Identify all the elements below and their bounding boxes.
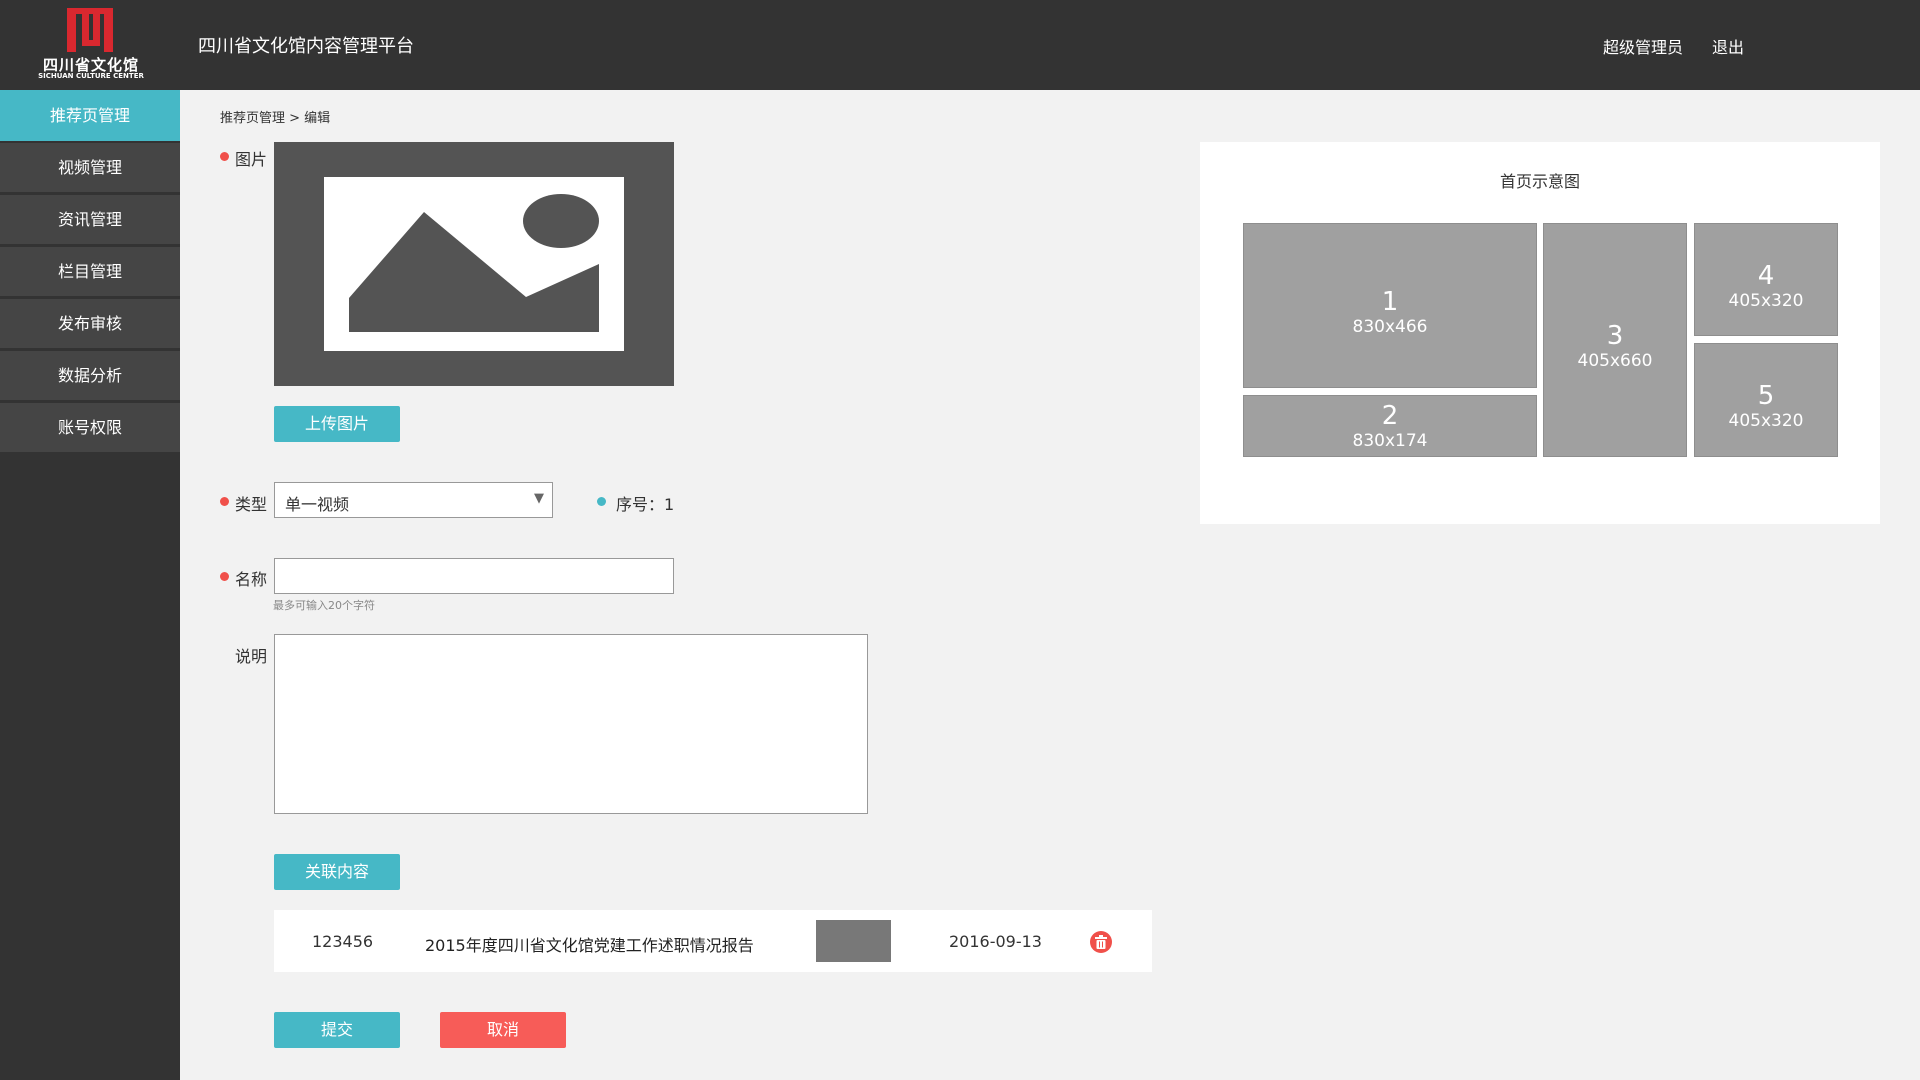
schematic-title: 首页示意图 <box>1499 172 1580 191</box>
sidebar: 推荐页管理 视频管理 资讯管理 栏目管理 发布审核 数据分析 账号权限 <box>0 90 180 1080</box>
name-label: 名称 <box>235 570 268 589</box>
logo: 四川省文化馆 SICHUAN CULTURE CENTER <box>28 8 154 84</box>
trash-icon[interactable] <box>1090 931 1112 953</box>
logo-mark-icon <box>67 8 113 52</box>
type-select[interactable]: 单一视频 ▼ <box>274 482 553 518</box>
sidebar-item-review[interactable]: 发布审核 <box>0 299 180 348</box>
schematic-tile: 1 830x466 <box>1243 223 1537 388</box>
image-preview <box>274 142 674 386</box>
sidebar-item-accounts[interactable]: 账号权限 <box>0 403 180 452</box>
logo-text-en: SICHUAN CULTURE CENTER <box>38 72 144 80</box>
schematic-tile: 2 830x174 <box>1243 395 1537 457</box>
breadcrumb: 推荐页管理 > 编辑 <box>220 111 331 126</box>
schematic-tile: 4 405x320 <box>1694 223 1838 336</box>
tile-size: 405x320 <box>1728 291 1804 311</box>
tile-size: 405x320 <box>1728 411 1804 431</box>
platform-title: 四川省文化馆内容管理平台 <box>198 36 414 57</box>
top-header: 四川省文化馆 SICHUAN CULTURE CENTER 四川省文化馆内容管理… <box>0 0 1920 90</box>
tile-number: 4 <box>1757 261 1775 291</box>
related-title: 2015年度四川省文化馆党建工作述职情况报告 <box>425 936 754 955</box>
sidebar-item-columns[interactable]: 栏目管理 <box>0 247 180 296</box>
image-placeholder-icon <box>324 177 624 351</box>
upload-image-button[interactable]: 上传图片 <box>274 406 400 442</box>
related-id: 123456 <box>312 932 374 951</box>
related-date: 2016-09-13 <box>949 932 1042 951</box>
sidebar-item-recommend[interactable]: 推荐页管理 <box>0 90 180 141</box>
tile-size: 830x174 <box>1352 431 1428 451</box>
sequence-label: 序号：1 <box>616 495 675 514</box>
required-dot <box>220 572 229 581</box>
tile-number: 3 <box>1606 321 1624 351</box>
submit-button[interactable]: 提交 <box>274 1012 400 1048</box>
logout-link[interactable]: 退出 <box>1712 34 1744 58</box>
type-select-value: 单一视频 <box>285 495 350 514</box>
sequence-dot <box>597 497 606 506</box>
schematic-tile: 5 405x320 <box>1694 343 1838 457</box>
related-thumbnail <box>816 920 891 962</box>
caret-down-icon: ▼ <box>534 491 544 506</box>
sidebar-item-analytics[interactable]: 数据分析 <box>0 351 180 400</box>
tile-number: 2 <box>1381 401 1399 431</box>
tile-size: 830x466 <box>1352 317 1428 337</box>
homepage-schematic: 首页示意图 1 830x466 2 830x174 3 405x660 4 40… <box>1200 142 1880 524</box>
schematic-tile: 3 405x660 <box>1543 223 1687 457</box>
cancel-button[interactable]: 取消 <box>440 1012 566 1048</box>
tile-number: 1 <box>1381 287 1399 317</box>
sidebar-item-news[interactable]: 资讯管理 <box>0 195 180 244</box>
required-dot <box>220 152 229 161</box>
required-dot <box>220 497 229 506</box>
name-hint: 最多可输入20个字符 <box>273 599 375 612</box>
sidebar-item-video[interactable]: 视频管理 <box>0 143 180 192</box>
image-label: 图片 <box>235 150 268 169</box>
type-label: 类型 <box>235 495 268 514</box>
related-content-button[interactable]: 关联内容 <box>274 854 400 890</box>
related-content-row: 123456 2015年度四川省文化馆党建工作述职情况报告 2016-09-13 <box>274 910 1152 972</box>
name-input[interactable] <box>274 558 674 594</box>
description-label: 说明 <box>235 647 268 666</box>
current-user[interactable]: 超级管理员 <box>1603 34 1683 58</box>
tile-size: 405x660 <box>1577 351 1653 371</box>
description-textarea[interactable] <box>274 634 868 814</box>
tile-number: 5 <box>1757 381 1775 411</box>
